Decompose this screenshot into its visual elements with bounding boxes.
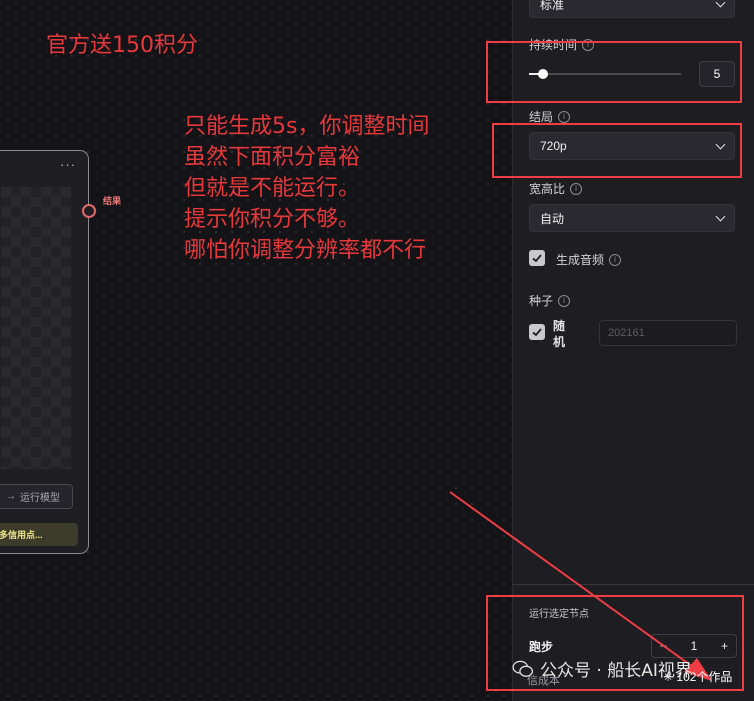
works-count-text: 102个作品 bbox=[676, 670, 733, 684]
star-icon: ✳ bbox=[663, 670, 674, 684]
works-count-badge: ✳ 102个作品 bbox=[663, 668, 732, 685]
annotation-arrow bbox=[449, 491, 712, 681]
wechat-icon bbox=[512, 660, 534, 677]
